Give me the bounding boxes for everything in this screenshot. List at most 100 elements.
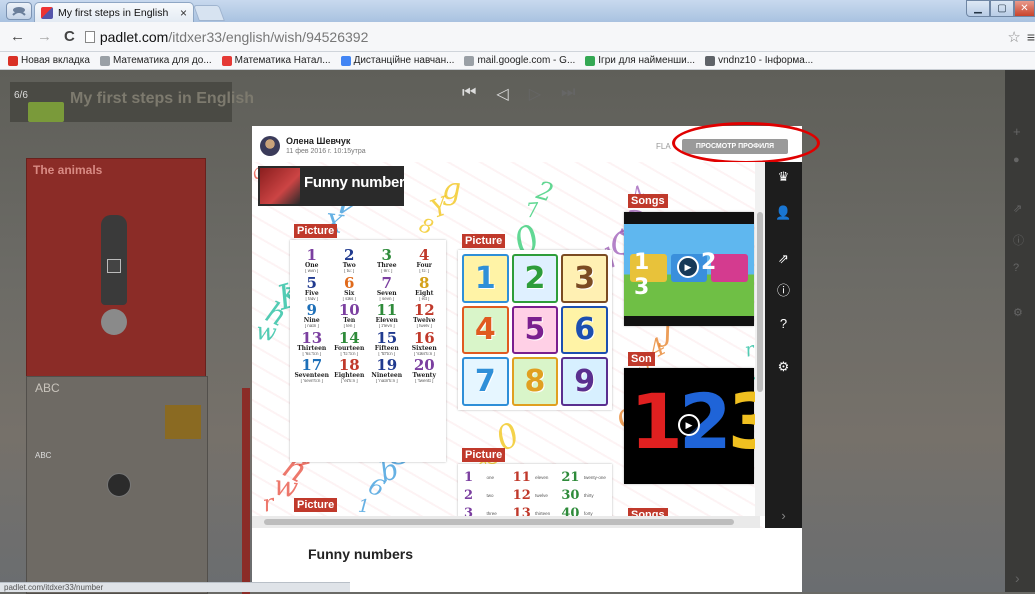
info-icon[interactable]: ⓘ: [765, 278, 802, 300]
scrollbar-thumb[interactable]: [264, 519, 734, 525]
picture-label: Picture: [462, 234, 506, 248]
card-thumbnail: [165, 405, 201, 439]
highlight-circle: [672, 122, 820, 164]
video-panel-2[interactable]: 123 ▶: [624, 368, 765, 484]
author-name[interactable]: Олена Шевчук: [286, 136, 350, 146]
bookmark-icon: [99, 55, 110, 66]
background-letter: g: [442, 172, 462, 207]
bookmark-label: Математика для до...: [112, 55, 212, 66]
previous-post-icon[interactable]: ◁: [496, 84, 508, 104]
number-digit: 15: [376, 328, 398, 347]
status-bar: padlet.com/itdxer33/number: [0, 582, 350, 592]
number-digit: 17: [301, 356, 323, 374]
number-digit: 2: [344, 246, 355, 264]
number-digit: 20: [413, 356, 435, 374]
list-word: one: [486, 474, 494, 480]
tile-digit: 1: [474, 260, 496, 296]
card-abc[interactable]: ABC ABC: [26, 376, 208, 594]
number-tile: 2: [511, 254, 559, 303]
back-icon[interactable]: ←: [10, 28, 25, 45]
tile-digit: 2: [524, 260, 546, 296]
card-edge: [242, 388, 250, 594]
bookmark-label: Ігри для найменши...: [598, 55, 696, 66]
number-tile: 9: [561, 357, 608, 406]
share-icon[interactable]: ⇗: [1013, 202, 1022, 215]
settings-gear-icon[interactable]: ⚙: [1013, 306, 1023, 319]
bookmark-item[interactable]: Новая вкладка: [8, 55, 90, 66]
profile-icon[interactable]: ●: [1013, 154, 1020, 166]
list-word: two: [486, 492, 494, 498]
number-cell: 2 Two[ tu: ]: [332, 248, 368, 274]
list-number: 2: [464, 487, 474, 503]
last-post-icon[interactable]: ⏭: [561, 84, 575, 104]
number-cell: 10 Ten[ ten ]: [332, 303, 368, 329]
reload-icon[interactable]: C: [64, 28, 75, 45]
browser-tab[interactable]: My first steps in English ×: [34, 2, 194, 22]
bookmark-label: Математика Натал...: [234, 55, 331, 66]
user-avatar-icon[interactable]: [6, 2, 32, 20]
address-bar[interactable]: padlet.com/itdxer33/english/wish/9452639…: [84, 26, 1008, 48]
play-icon[interactable]: ▶: [678, 414, 700, 436]
forward-icon[interactable]: →: [37, 28, 52, 45]
numbers-list-row: 2 two 12 twelve 30 thirty: [464, 486, 606, 504]
first-post-icon[interactable]: ⏮: [462, 84, 476, 104]
vertical-scrollbar[interactable]: [755, 162, 765, 516]
number-cell: 14 Fourteen[ 'fɔ:'ti:n ]: [332, 330, 368, 357]
number-digit: 7: [381, 273, 392, 292]
help-icon[interactable]: ?: [1013, 262, 1019, 274]
minimize-button[interactable]: ▁: [966, 0, 990, 17]
profile-icon[interactable]: 👤: [765, 202, 802, 224]
scrollbar-thumb[interactable]: [757, 212, 763, 392]
bookmark-item[interactable]: Ігри для найменши...: [585, 55, 695, 66]
banner-thumbnail: [260, 168, 300, 204]
close-window-button[interactable]: ✕: [1014, 0, 1035, 17]
background-letter: 2: [533, 175, 557, 208]
new-tab-button[interactable]: [193, 5, 225, 21]
settings-gear-icon[interactable]: ⚙: [765, 356, 802, 378]
file-icon: [107, 473, 131, 497]
padlet-right-toolbar: + ● ⇗ ⓘ ? ⚙ ›: [1005, 70, 1035, 592]
number-cell: 7 Seven[ sevn ]: [369, 273, 405, 302]
number-digit: 16: [413, 328, 435, 347]
number-cell: 19 Nineteen[ 'naɪn'ti:n ]: [369, 358, 405, 384]
number-tile: 5: [511, 305, 559, 355]
author-avatar[interactable]: [260, 136, 280, 156]
video-panel-1[interactable]: 1 2 3 ▶: [624, 212, 754, 326]
bookmark-item[interactable]: Математика Натал...: [221, 55, 331, 66]
maximize-button[interactable]: ▢: [990, 0, 1014, 17]
horizontal-scrollbar[interactable]: [252, 516, 760, 528]
add-icon[interactable]: +: [1013, 124, 1021, 139]
bookmark-item[interactable]: Математика для до...: [99, 55, 212, 66]
menu-icon[interactable]: ≡: [1027, 29, 1035, 45]
play-icon[interactable]: ▶: [677, 256, 699, 278]
crown-icon[interactable]: ♛: [765, 166, 802, 188]
bookmark-item[interactable]: vndnz10 - Інформа...: [705, 55, 813, 66]
numbers-chart-panel[interactable]: 1 One[ wʌn ] 2 Two[ tu: ] 3 Three[ θri: ] 4 Fou…: [290, 240, 446, 462]
number-cell: 4 Four[ fɔ: ]: [407, 248, 443, 274]
navigation-bar: ← → C padlet.com/itdxer33/english/wish/9…: [0, 22, 1035, 52]
number-cell: 11 Eleven[ ɪ'levn ]: [369, 303, 405, 329]
help-icon[interactable]: ?: [765, 312, 802, 334]
chevron-right-icon[interactable]: ›: [1015, 570, 1020, 586]
lightbox-nav: ⏮ ◁ ▷ ⏭: [462, 84, 575, 104]
bookmark-item[interactable]: mail.google.com - G...: [464, 55, 575, 66]
number-digit: 19: [376, 356, 398, 374]
number-tiles: 123 456 789: [462, 254, 608, 406]
bookmark-star-icon[interactable]: ☆: [1007, 28, 1020, 46]
tab-close-icon[interactable]: ×: [180, 6, 193, 20]
number-digit: 13: [301, 328, 323, 347]
chevron-right-icon[interactable]: ›: [765, 504, 802, 526]
exclamation-dot: [101, 309, 127, 335]
number-cell: 13 Thirteen[ 'θɜ:'ti:n ]: [294, 328, 330, 357]
share-icon[interactable]: ⇗: [765, 248, 802, 270]
bookmark-label: vndnz10 - Інформа...: [718, 55, 814, 66]
bookmark-item[interactable]: Дистанційне навчан...: [340, 55, 454, 66]
number-transcription: [ ɪ'levn ]: [378, 324, 395, 328]
number-tile: 4: [462, 305, 509, 355]
next-post-icon[interactable]: ▷: [529, 84, 541, 104]
number-tiles-panel[interactable]: 123 456 789: [458, 250, 612, 410]
info-icon[interactable]: ⓘ: [1013, 232, 1024, 248]
flag-link[interactable]: FLA: [656, 142, 671, 151]
list-word: twelve: [535, 492, 548, 498]
post-attachment-preview: aXbT7d9rV5e2QuwB8fy3Sh1YcD4zK6g0pJaXbT7d…: [252, 162, 765, 528]
